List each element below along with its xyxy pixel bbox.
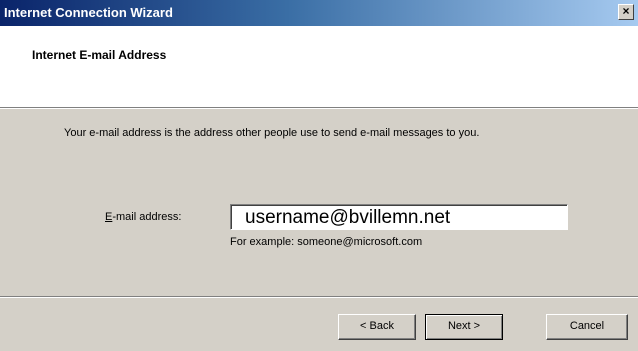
next-button[interactable]: Next > bbox=[425, 314, 503, 340]
description-text: Your e-mail address is the address other… bbox=[64, 127, 480, 139]
email-label-text: -mail address: bbox=[112, 211, 182, 223]
back-button[interactable]: < Back bbox=[338, 314, 416, 340]
email-label: E-mail address: bbox=[105, 211, 181, 223]
example-text: For example: someone@microsoft.com bbox=[230, 236, 423, 248]
wizard-window: Internet Connection Wizard × Internet E-… bbox=[0, 0, 638, 351]
close-button[interactable]: × bbox=[618, 4, 634, 20]
window-title: Internet Connection Wizard bbox=[4, 5, 173, 20]
cancel-button[interactable]: Cancel bbox=[546, 314, 628, 340]
separator bbox=[0, 296, 638, 298]
email-field[interactable] bbox=[230, 204, 568, 230]
close-icon: × bbox=[622, 4, 630, 18]
header-panel: Internet E-mail Address bbox=[0, 26, 638, 109]
title-bar[interactable]: Internet Connection Wizard × bbox=[0, 0, 638, 26]
page-title: Internet E-mail Address bbox=[32, 48, 167, 62]
